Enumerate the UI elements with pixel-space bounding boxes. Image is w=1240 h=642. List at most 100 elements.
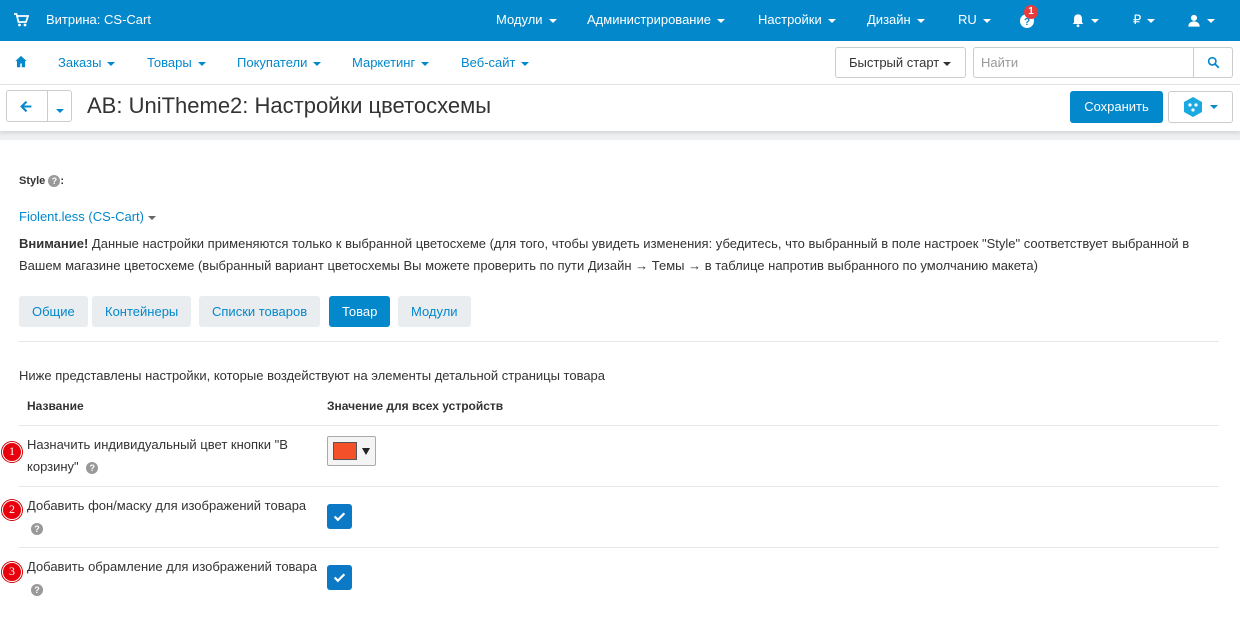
currency-selector[interactable]: ₽	[1133, 12, 1156, 28]
user-icon	[1188, 14, 1200, 27]
title-bar: AB: UniTheme2: Настройки цветосхемы Сохр…	[0, 85, 1240, 131]
step-number-badge: 1	[2, 442, 22, 462]
question-icon[interactable]: ?	[31, 583, 43, 596]
nav-marketing-label: Маркетинг	[352, 55, 416, 70]
table-divider	[19, 425, 1219, 426]
page-title: AB: UniTheme2: Настройки цветосхемы	[87, 93, 492, 118]
setting-label-text: Добавить фон/маску для изображений товар…	[27, 498, 307, 513]
tab-product[interactable]: Товар	[329, 296, 391, 327]
chevron-down-icon	[197, 61, 206, 66]
chevron-down-icon	[982, 18, 991, 23]
setting-label: Добавить фон/маску для изображений товар…	[27, 495, 317, 539]
search-button[interactable]	[1193, 47, 1233, 78]
save-button[interactable]: Сохранить	[1070, 91, 1163, 123]
column-header-name: Название	[27, 399, 84, 413]
quick-start-label: Быстрый старт	[849, 55, 940, 70]
section-description: Ниже представлены настройки, которые воз…	[19, 368, 606, 383]
chevron-down-icon	[943, 61, 952, 66]
nav-products[interactable]: Товары	[147, 55, 206, 70]
setting-label-text: Назначить индивидуальный цвет кнопки "В …	[27, 437, 288, 474]
question-icon[interactable]: ?	[86, 461, 99, 474]
nav-marketing[interactable]: Маркетинг	[352, 55, 430, 70]
setting-label: Добавить обрамление для изображений това…	[27, 556, 317, 600]
nav-customers[interactable]: Покупатели	[237, 55, 322, 70]
nav-customers-label: Покупатели	[237, 55, 308, 70]
menu-modules[interactable]: Модули	[496, 12, 557, 27]
setting-label-text: Добавить обрамление для изображений това…	[27, 559, 317, 574]
back-button-group	[6, 90, 72, 122]
style-field-label: Style ?:	[19, 175, 65, 188]
mask-checkbox[interactable]	[327, 504, 352, 529]
currency-label: ₽	[1133, 12, 1142, 27]
style-label-text: Style	[19, 175, 46, 187]
menu-design[interactable]: Дизайн	[867, 12, 925, 27]
menu-modules-label: Модули	[496, 12, 543, 27]
chevron-down-icon	[107, 61, 116, 66]
button-divider	[47, 91, 48, 121]
language-selector[interactable]: RU	[958, 12, 991, 27]
cart-icon[interactable]	[13, 12, 29, 28]
addon-actions-button[interactable]	[1168, 91, 1233, 123]
chevron-down-icon	[716, 18, 725, 23]
language-label: RU	[958, 12, 977, 27]
chevron-down-icon	[1147, 18, 1156, 23]
notifications-menu[interactable]	[1071, 12, 1099, 28]
checkmark-icon	[333, 573, 346, 583]
menu-design-label: Дизайн	[867, 12, 911, 27]
notice-text: Внимание! Данные настройки применяются т…	[19, 233, 1219, 277]
nav-website[interactable]: Веб-сайт	[461, 55, 530, 70]
chevron-down-icon	[827, 18, 836, 23]
tab-blocks[interactable]: Модули	[398, 296, 471, 327]
menu-settings[interactable]: Настройки	[758, 12, 836, 27]
nav-products-label: Товары	[147, 55, 192, 70]
question-icon[interactable]: ?	[31, 522, 43, 535]
menu-administration[interactable]: Администрирование	[587, 12, 725, 27]
top-bar: Витрина: CS-Cart Модули Администрировани…	[0, 0, 1240, 41]
chevron-down-icon	[548, 18, 557, 23]
search-input[interactable]	[973, 47, 1194, 78]
style-label-colon: :	[60, 175, 65, 187]
search-icon	[1207, 56, 1220, 69]
chevron-down-icon	[421, 61, 430, 66]
color-picker[interactable]	[327, 436, 376, 466]
color-swatch	[333, 442, 357, 460]
chevron-down-icon	[313, 61, 322, 66]
storefront-selector[interactable]: Витрина: CS-Cart	[46, 12, 151, 27]
quick-start-button[interactable]: Быстрый старт	[835, 47, 966, 78]
chevron-down-icon	[56, 108, 64, 113]
menu-administration-label: Администрирование	[587, 12, 711, 27]
style-select[interactable]: Fiolent.less (CS-Cart)	[19, 209, 156, 224]
arrow-left-icon[interactable]	[20, 100, 33, 113]
notice-body: Данные настройки применяются только к вы…	[19, 236, 1190, 273]
style-value: Fiolent.less (CS-Cart)	[19, 209, 144, 224]
chevron-down-icon	[1091, 18, 1099, 23]
nav-orders[interactable]: Заказы	[58, 55, 116, 70]
hexagon-addon-icon	[1184, 97, 1202, 117]
tab-product-lists[interactable]: Списки товаров	[199, 296, 321, 327]
triangle-down-icon	[362, 448, 370, 455]
nav-website-label: Веб-сайт	[461, 55, 516, 70]
tab-general[interactable]: Общие	[19, 296, 88, 327]
checkmark-icon	[333, 512, 346, 522]
chevron-down-icon	[1210, 105, 1218, 109]
menu-settings-label: Настройки	[758, 12, 822, 27]
back-history-dropdown[interactable]	[56, 102, 64, 117]
frame-checkbox[interactable]	[327, 565, 352, 590]
chevron-down-icon	[521, 61, 530, 66]
chevron-down-icon	[916, 18, 925, 23]
settings-panel: Style ?: Fiolent.less (CS-Cart) Внимание…	[0, 140, 1240, 642]
main-nav: Заказы Товары Покупатели Маркетинг Веб-с…	[0, 41, 1240, 85]
chevron-down-icon	[1207, 18, 1215, 23]
step-number-badge: 3	[2, 562, 22, 582]
bell-icon	[1072, 14, 1084, 28]
home-icon[interactable]	[14, 55, 28, 68]
tab-containers[interactable]: Контейнеры	[92, 296, 192, 327]
setting-label: Назначить индивидуальный цвет кнопки "В …	[27, 434, 317, 478]
question-icon[interactable]: ?	[48, 175, 61, 188]
table-divider	[19, 547, 1219, 548]
step-number-badge: 2	[2, 500, 22, 520]
notice-heading: Внимание!	[19, 236, 89, 251]
table-divider	[19, 486, 1219, 487]
user-menu[interactable]	[1187, 12, 1215, 28]
chevron-down-icon	[147, 215, 156, 220]
